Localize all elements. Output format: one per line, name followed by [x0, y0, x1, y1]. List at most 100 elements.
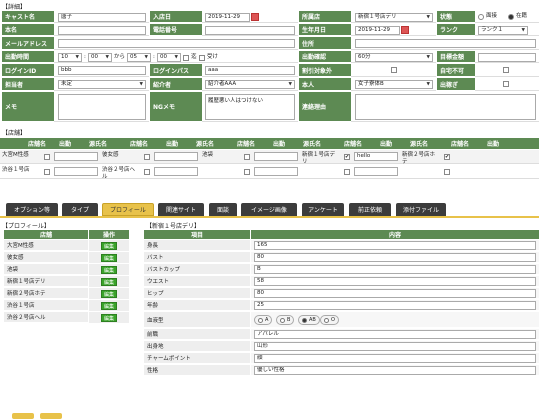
edit-button[interactable]: 編集: [101, 254, 117, 262]
work-checkbox[interactable]: [144, 154, 150, 160]
phone-input[interactable]: [205, 26, 295, 35]
calendar-icon[interactable]: [401, 26, 409, 34]
shop-content-input[interactable]: 80: [254, 289, 536, 298]
genji-name-input[interactable]: [54, 167, 98, 176]
genji-name-input[interactable]: [254, 152, 298, 161]
genji-name-input[interactable]: [154, 167, 198, 176]
tab-2[interactable]: プロフィール: [102, 203, 154, 216]
footer-button[interactable]: [12, 413, 34, 419]
shop-content-input[interactable]: アパレル: [254, 330, 536, 339]
profile-store-name: 彼女感: [4, 252, 88, 263]
work-checkbox[interactable]: ✔: [444, 154, 450, 160]
login-id-label: ログインID: [2, 64, 54, 77]
home-checkbox[interactable]: [503, 67, 509, 73]
work-confirm-select[interactable]: 60分: [355, 53, 433, 62]
profile-store-name: 渋谷２号店ヘル: [4, 312, 88, 323]
made-checkbox[interactable]: [183, 55, 189, 61]
edit-button[interactable]: 編集: [101, 278, 117, 286]
radio-dot: [302, 317, 307, 323]
work-checkbox[interactable]: [244, 169, 250, 175]
store-select[interactable]: 新宿１号店デリ: [355, 13, 433, 22]
tab-7[interactable]: 前正依頼: [349, 203, 391, 216]
tab-1[interactable]: タイプ: [62, 203, 98, 216]
goal-input[interactable]: [478, 53, 536, 62]
radio-dot: [324, 317, 329, 323]
shop-content-input[interactable]: 山形: [254, 342, 536, 351]
rank-select[interactable]: ランク１: [478, 26, 528, 35]
calendar-icon[interactable]: [251, 13, 259, 21]
work-checkbox[interactable]: [144, 169, 150, 175]
tab-4[interactable]: 面談: [209, 203, 237, 216]
genji-name-input[interactable]: [254, 167, 298, 176]
staff-select[interactable]: 未定: [58, 80, 146, 89]
store-name: 新宿２号店ホテ: [402, 152, 436, 165]
tab-5[interactable]: イメージ画像: [241, 203, 297, 216]
discount-checkbox[interactable]: [391, 67, 397, 73]
store-col-header: 店舗名: [440, 138, 480, 149]
contact-textarea[interactable]: [355, 94, 536, 120]
work-checkbox[interactable]: [344, 169, 350, 175]
shop-content-input[interactable]: 25: [254, 301, 536, 310]
shop-content-input[interactable]: 優しい性格: [254, 366, 536, 375]
address-input[interactable]: [355, 39, 536, 48]
status-radio-interview[interactable]: [478, 14, 484, 20]
edit-button[interactable]: 編集: [101, 266, 117, 274]
staff-label: 担当者: [2, 78, 54, 91]
genji-name-input[interactable]: [154, 152, 198, 161]
blood-radio-O[interactable]: O: [320, 315, 339, 325]
join-date-input[interactable]: 2019-11-29: [205, 13, 250, 22]
work-checkbox[interactable]: ✔: [344, 154, 350, 160]
contact-label: 連絡理由: [299, 92, 351, 122]
genji-name-input[interactable]: [54, 152, 98, 161]
time-hour-from[interactable]: 10: [58, 53, 82, 62]
store-col-header: 店舗名: [333, 138, 373, 149]
work-checkbox[interactable]: [44, 169, 50, 175]
edit-button[interactable]: 編集: [101, 314, 117, 322]
shop-content-input[interactable]: 顔: [254, 354, 536, 363]
real-name-input[interactable]: [58, 26, 146, 35]
shop-col-item: 項目: [144, 230, 250, 239]
genji-name-input[interactable]: hello: [354, 152, 398, 161]
blood-radio-B[interactable]: B: [276, 315, 295, 325]
ng-memo-textarea[interactable]: 履歴悪い人はつけない: [205, 94, 295, 120]
edit-button[interactable]: 編集: [101, 290, 117, 298]
tab-0[interactable]: オプション等: [6, 203, 58, 216]
made-text: 迄: [191, 54, 197, 60]
footer-button[interactable]: [40, 413, 62, 419]
time-hour-to[interactable]: 05: [127, 53, 151, 62]
blood-radio-A[interactable]: A: [254, 315, 273, 325]
work-checkbox[interactable]: [44, 154, 50, 160]
profile-col-store: 店舗: [4, 230, 88, 239]
intro-select[interactable]: 紹介者AAA: [205, 80, 295, 89]
go-checkbox[interactable]: [503, 81, 509, 87]
tab-6[interactable]: アンケート: [302, 203, 344, 216]
shop-content-input[interactable]: B: [254, 265, 536, 274]
tax-select[interactable]: 女子寮体B: [355, 80, 433, 89]
store-name: 大宮M性感: [2, 152, 29, 158]
time-min-from[interactable]: 00: [88, 53, 112, 62]
tab-8[interactable]: 添付ファイル: [396, 203, 446, 216]
birthday-input[interactable]: 2019-11-29: [355, 26, 400, 35]
login-pass-input[interactable]: aaa: [205, 66, 295, 75]
uke-checkbox[interactable]: [199, 55, 205, 61]
shop-content-input[interactable]: 80: [254, 253, 536, 262]
blood-type-label: AB: [309, 317, 316, 323]
work-checkbox[interactable]: [244, 154, 250, 160]
shop-content-input[interactable]: 165: [254, 241, 536, 250]
status-radio-enrolled[interactable]: [508, 14, 514, 20]
work-checkbox[interactable]: [444, 169, 450, 175]
shop-content-input[interactable]: 58: [254, 277, 536, 286]
blood-radio-AB[interactable]: AB: [298, 315, 320, 325]
genji-name-input[interactable]: [354, 167, 398, 176]
memo-textarea[interactable]: [58, 94, 146, 120]
edit-button[interactable]: 編集: [101, 242, 117, 250]
mail-label: メールアドレス: [2, 37, 54, 50]
edit-button[interactable]: 編集: [101, 302, 117, 310]
kara-text: から: [114, 54, 126, 60]
mail-input[interactable]: [58, 39, 295, 48]
detail-section-title: 【詳細】: [2, 4, 27, 11]
cast-name-input[interactable]: 唐子: [58, 13, 146, 22]
tab-3[interactable]: 関連サイト: [158, 203, 204, 216]
time-min-to[interactable]: 00: [157, 53, 181, 62]
login-id-input[interactable]: bbb: [58, 66, 146, 75]
